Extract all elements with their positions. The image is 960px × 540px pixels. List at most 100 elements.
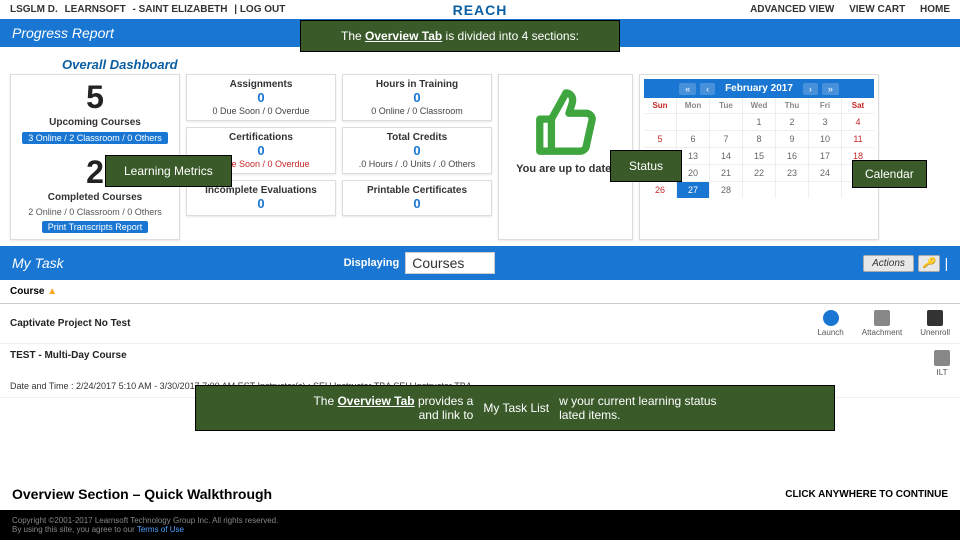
brand-logo: REACH bbox=[453, 2, 508, 18]
user-name: LEARNSOFT bbox=[65, 4, 126, 15]
cal-dow: Sat bbox=[842, 98, 874, 113]
dashboard-content: Overall Dashboard 5 Upcoming Courses 3 O… bbox=[0, 47, 960, 246]
print-transcripts-button[interactable]: Print Transcripts Report bbox=[42, 221, 149, 233]
key-icon[interactable]: 🔑 bbox=[918, 255, 940, 272]
cal-day[interactable]: 14 bbox=[710, 148, 742, 164]
credits-sub: .0 Hours / .0 Units / .0 Others bbox=[345, 159, 489, 169]
hours-sub: 0 Online / 0 Classroom bbox=[345, 106, 489, 116]
callout-bottom: The Overview Tab provides a and link to … bbox=[195, 385, 835, 431]
my-task-title: My Task bbox=[12, 255, 64, 271]
cal-day[interactable]: 17 bbox=[809, 148, 841, 164]
cal-day bbox=[710, 114, 742, 130]
callout-learning: Learning Metrics bbox=[105, 155, 232, 187]
assignments-val: 0 bbox=[189, 90, 333, 105]
assignments-title: Assignments bbox=[189, 79, 333, 90]
cal-day[interactable]: 23 bbox=[776, 165, 808, 181]
course-name[interactable]: Captivate Project No Test bbox=[10, 318, 817, 329]
attachment-icon bbox=[874, 310, 890, 326]
advanced-view-link[interactable]: ADVANCED VIEW bbox=[750, 4, 834, 15]
org-name: SAINT ELIZABETH bbox=[139, 4, 228, 15]
calendar-grid: SunMonTueWedThuFriSat1234567891011121314… bbox=[644, 98, 874, 198]
cal-dow: Fri bbox=[809, 98, 841, 113]
cal-dow: Mon bbox=[677, 98, 709, 113]
cal-day[interactable]: 10 bbox=[809, 131, 841, 147]
table-row: Captivate Project No Test Launch Attachm… bbox=[0, 304, 960, 344]
credits-title: Total Credits bbox=[345, 132, 489, 143]
cal-prev-year[interactable]: « bbox=[679, 83, 696, 95]
upcoming-breakdown: 3 Online / 2 Classroom / 0 Others bbox=[22, 132, 168, 144]
ilt-button[interactable]: ILT bbox=[934, 350, 950, 377]
cal-day[interactable]: 8 bbox=[743, 131, 775, 147]
callout-status: Status bbox=[610, 150, 682, 182]
cal-day bbox=[644, 114, 676, 130]
unenroll-button[interactable]: Unenroll bbox=[920, 310, 950, 337]
hours-card[interactable]: Hours in Training 0 0 Online / 0 Classro… bbox=[342, 74, 492, 121]
cal-day[interactable]: 1 bbox=[743, 114, 775, 130]
section-title: Overview Section – Quick Walkthrough bbox=[12, 486, 272, 502]
cal-next-month[interactable]: › bbox=[803, 83, 818, 95]
certifications-title: Certifications bbox=[189, 132, 333, 143]
course-name[interactable]: TEST - Multi-Day Course bbox=[10, 350, 934, 377]
cal-day[interactable]: 3 bbox=[809, 114, 841, 130]
cal-next-year[interactable]: » bbox=[822, 83, 839, 95]
continue-prompt[interactable]: CLICK ANYWHERE TO CONTINUE bbox=[785, 489, 948, 500]
cal-day bbox=[677, 114, 709, 130]
cal-day[interactable]: 27 bbox=[677, 182, 709, 198]
cal-dow: Thu bbox=[776, 98, 808, 113]
printable-title: Printable Certificates bbox=[345, 185, 489, 196]
cal-day bbox=[809, 182, 841, 198]
callout-calendar: Calendar bbox=[852, 160, 927, 188]
cal-day[interactable]: 9 bbox=[776, 131, 808, 147]
cal-day[interactable]: 22 bbox=[743, 165, 775, 181]
logout-link[interactable]: LOG OUT bbox=[240, 4, 286, 15]
cal-dow: Sun bbox=[644, 98, 676, 113]
callout-top: The Overview Tab is divided into 4 secti… bbox=[300, 20, 620, 52]
cal-dow: Tue bbox=[710, 98, 742, 113]
view-cart-link[interactable]: VIEW CART bbox=[849, 4, 905, 15]
cal-dow: Wed bbox=[743, 98, 775, 113]
upcoming-label: Upcoming Courses bbox=[49, 117, 141, 128]
launch-button[interactable]: Launch bbox=[817, 310, 843, 337]
cal-day[interactable]: 24 bbox=[809, 165, 841, 181]
overall-dashboard-title: Overall Dashboard bbox=[62, 57, 950, 72]
cal-day bbox=[776, 182, 808, 198]
printable-card[interactable]: Printable Certificates 0 bbox=[342, 180, 492, 216]
cal-day[interactable]: 11 bbox=[842, 131, 874, 147]
home-link[interactable]: HOME bbox=[920, 4, 950, 15]
my-task-bar: My Task Displaying Courses Actions 🔑 | bbox=[0, 246, 960, 280]
completed-label: Completed Courses bbox=[48, 192, 142, 203]
cal-day[interactable]: 2 bbox=[776, 114, 808, 130]
pipe: | bbox=[944, 255, 948, 271]
ilt-icon bbox=[934, 350, 950, 366]
cal-day[interactable]: 7 bbox=[710, 131, 742, 147]
attachment-button[interactable]: Attachment bbox=[862, 310, 902, 337]
cal-day[interactable]: 15 bbox=[743, 148, 775, 164]
user-prefix: LSGLM D. bbox=[10, 4, 58, 15]
credits-val: 0 bbox=[345, 143, 489, 158]
assignments-card[interactable]: Assignments 0 0 Due Soon / 0 Overdue bbox=[186, 74, 336, 121]
thumbs-up-icon bbox=[531, 87, 601, 157]
actions-button[interactable]: Actions bbox=[863, 255, 914, 272]
cal-day bbox=[743, 182, 775, 198]
terms-link[interactable]: Terms of Use bbox=[137, 525, 184, 534]
cal-day[interactable]: 21 bbox=[710, 165, 742, 181]
displaying-select[interactable]: Courses bbox=[405, 252, 495, 274]
cal-day[interactable]: 5 bbox=[644, 131, 676, 147]
sort-icon: ▲ bbox=[47, 286, 57, 297]
progress-report-title: Progress Report bbox=[12, 25, 114, 41]
copyright-bar: Copyright ©2001-2017 Learnsoft Technolog… bbox=[0, 510, 960, 540]
cal-day[interactable]: 28 bbox=[710, 182, 742, 198]
cal-day[interactable]: 4 bbox=[842, 114, 874, 130]
assignments-sub: 0 Due Soon / 0 Overdue bbox=[189, 106, 333, 116]
cal-day[interactable]: 6 bbox=[677, 131, 709, 147]
course-header-label: Course bbox=[10, 286, 44, 297]
displaying-label: Displaying bbox=[344, 257, 400, 269]
cal-title: February 2017 bbox=[719, 81, 799, 96]
cal-prev-month[interactable]: ‹ bbox=[700, 83, 715, 95]
course-header[interactable]: Course ▲ bbox=[0, 280, 960, 304]
cal-day[interactable]: 16 bbox=[776, 148, 808, 164]
cal-day[interactable]: 26 bbox=[644, 182, 676, 198]
unenroll-icon bbox=[927, 310, 943, 326]
credits-card[interactable]: Total Credits 0 .0 Hours / .0 Units / .0… bbox=[342, 127, 492, 174]
hours-title: Hours in Training bbox=[345, 79, 489, 90]
